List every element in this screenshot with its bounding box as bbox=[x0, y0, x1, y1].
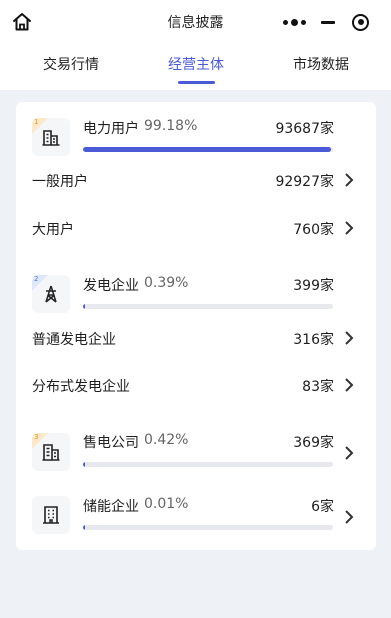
category-icon-box: 2 bbox=[32, 275, 70, 313]
category-count: 399家 bbox=[293, 278, 334, 294]
subcategory-count[interactable]: 92927家 bbox=[244, 171, 334, 191]
office-building-icon bbox=[42, 444, 60, 461]
subcategory-name[interactable]: 分布式发电企业 bbox=[32, 376, 130, 396]
entity-summary-card: 1 电力用户 99.18% 93687家 一般用户 92927家 大用户 760… bbox=[16, 102, 376, 550]
category-name: 发电企业 bbox=[83, 278, 139, 294]
category-share-fill bbox=[83, 304, 85, 309]
category-count: 93687家 bbox=[275, 121, 334, 137]
power-tower-icon bbox=[45, 285, 57, 303]
chevron-right-icon[interactable] bbox=[342, 509, 356, 525]
subcategory-count[interactable]: 83家 bbox=[244, 376, 334, 396]
category-icon-box bbox=[32, 496, 70, 534]
active-tab-indicator bbox=[178, 81, 215, 84]
category-share-fill bbox=[83, 147, 331, 152]
top-header: 信息披露 交易行情 经营主体 市场数据 bbox=[0, 0, 391, 90]
title-bar: 信息披露 bbox=[0, 0, 391, 44]
subcategory-count[interactable]: 316家 bbox=[244, 329, 334, 349]
chevron-right-icon[interactable] bbox=[342, 377, 356, 393]
category-share-bar bbox=[83, 525, 333, 530]
category-count: 6家 bbox=[311, 499, 334, 515]
subcategory-name[interactable]: 普通发电企业 bbox=[32, 329, 116, 349]
subcategory-name[interactable]: 大用户 bbox=[32, 219, 74, 239]
minimize-button[interactable] bbox=[311, 9, 344, 35]
storage-building-icon bbox=[43, 506, 59, 524]
rank-number: 1 bbox=[34, 118, 39, 126]
chevron-right-icon[interactable] bbox=[342, 220, 356, 236]
category-percent: 0.39% bbox=[144, 275, 189, 291]
category-name: 储能企业 bbox=[83, 499, 139, 515]
tab-market-data[interactable]: 市场数据 bbox=[266, 54, 376, 74]
category-share-bar bbox=[83, 147, 333, 152]
minimize-icon bbox=[320, 20, 335, 24]
target-icon bbox=[352, 13, 369, 31]
close-target-button[interactable] bbox=[344, 9, 377, 35]
more-menu-button[interactable] bbox=[278, 9, 311, 35]
chevron-right-icon[interactable] bbox=[342, 172, 356, 188]
chevron-right-icon[interactable] bbox=[342, 445, 356, 461]
building-icon bbox=[42, 130, 60, 146]
chevron-right-icon[interactable] bbox=[342, 330, 356, 346]
category-share-bar bbox=[83, 462, 333, 467]
category-percent: 0.01% bbox=[144, 496, 189, 512]
category-count: 369家 bbox=[293, 435, 334, 451]
category-name: 售电公司 bbox=[83, 435, 139, 451]
tab-market-entities[interactable]: 经营主体 bbox=[141, 54, 251, 74]
subcategory-count[interactable]: 760家 bbox=[244, 219, 334, 239]
category-icon-box: 3 bbox=[32, 433, 70, 471]
mini-program-capsule bbox=[278, 9, 378, 35]
category-percent: 99.18% bbox=[144, 118, 198, 134]
category-share-fill bbox=[83, 525, 85, 530]
tab-trading-market[interactable]: 交易行情 bbox=[16, 54, 126, 74]
rank-number: 3 bbox=[34, 433, 39, 441]
category-name: 电力用户 bbox=[83, 121, 139, 137]
rank-number: 2 bbox=[34, 275, 39, 283]
category-percent: 0.42% bbox=[144, 432, 189, 448]
category-share-fill bbox=[83, 462, 85, 467]
more-dots-icon bbox=[283, 18, 306, 26]
subcategory-name[interactable]: 一般用户 bbox=[32, 171, 88, 191]
tab-bar: 交易行情 经营主体 市场数据 bbox=[0, 44, 391, 90]
category-icon-box: 1 bbox=[32, 118, 70, 156]
category-share-bar bbox=[83, 304, 333, 309]
